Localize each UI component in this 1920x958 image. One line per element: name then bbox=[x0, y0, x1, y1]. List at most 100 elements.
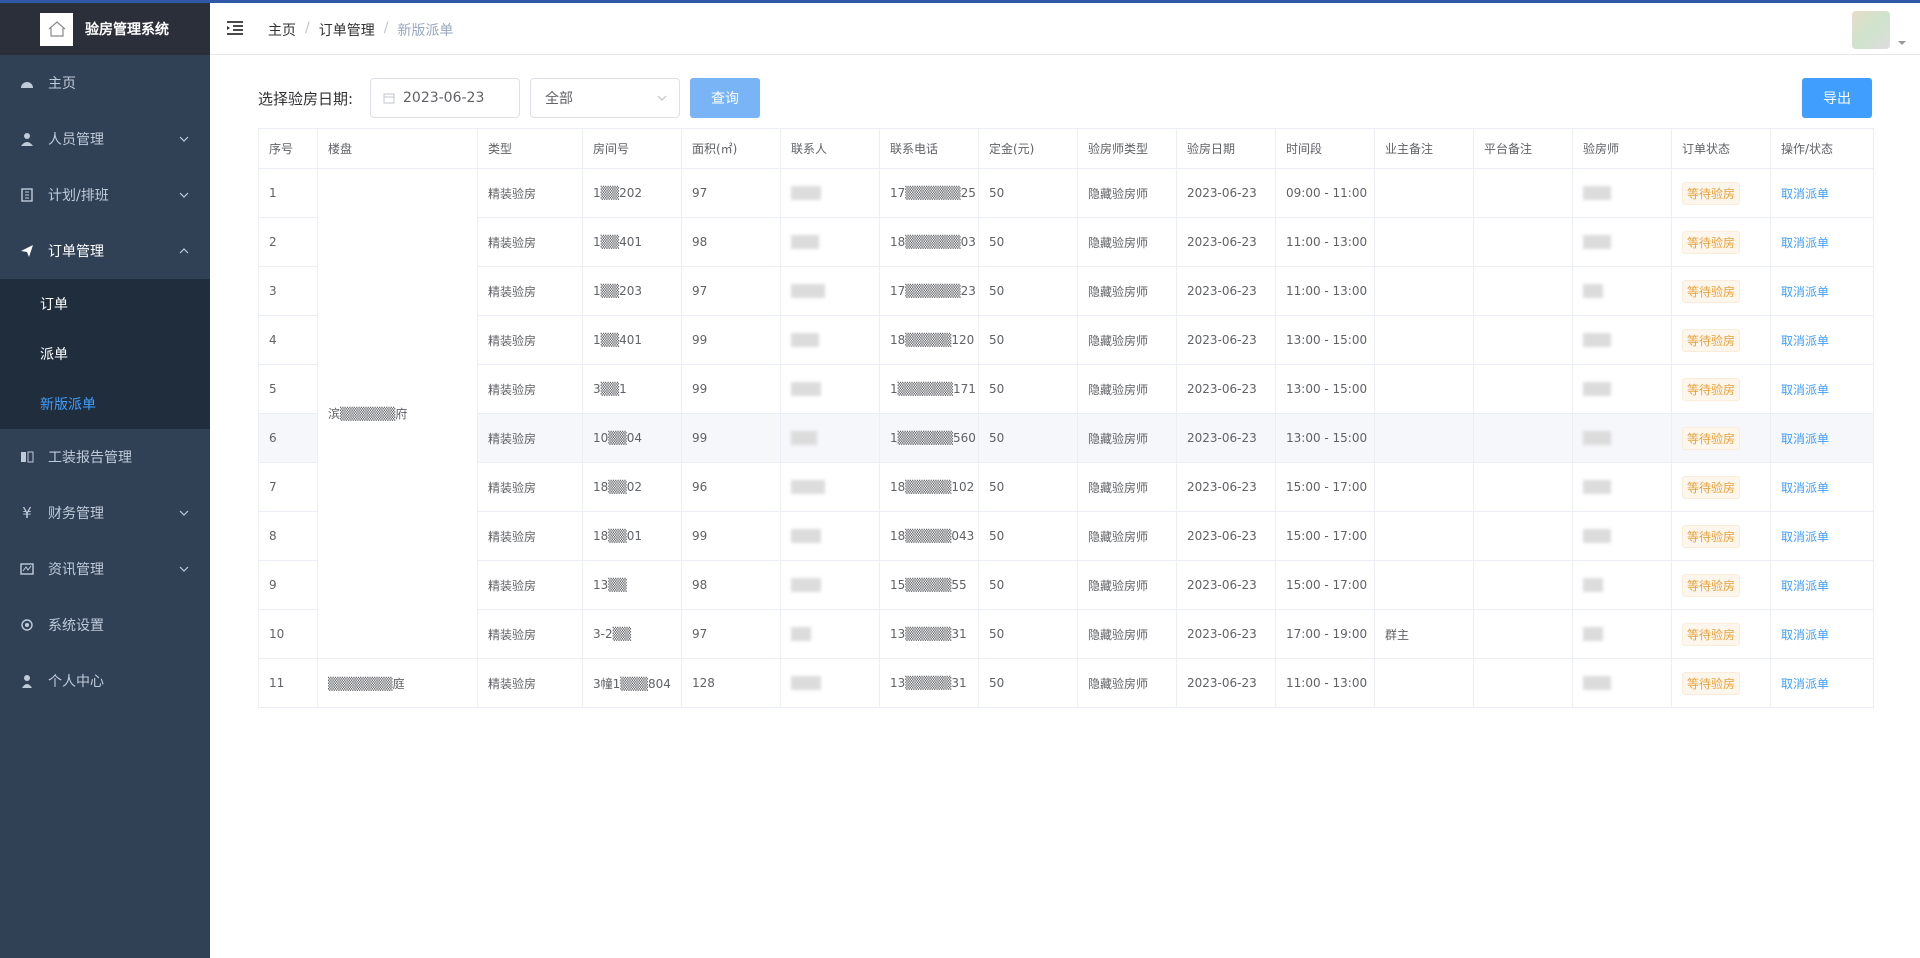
cancel-dispatch-link[interactable]: 取消派单 bbox=[1781, 187, 1829, 201]
cell-phone: 18▒▒▒▒▒▒03 bbox=[879, 217, 979, 267]
chevron-down-icon bbox=[179, 192, 189, 198]
cell-phone: 13▒▒▒▒▒31 bbox=[879, 658, 979, 708]
cell-date: 2023-06-23 bbox=[1176, 364, 1276, 414]
breadcrumb-separator: / bbox=[383, 20, 389, 36]
redacted-contact bbox=[791, 676, 821, 691]
breadcrumb-current: 新版派单 bbox=[397, 23, 454, 39]
cancel-dispatch-link[interactable]: 取消派单 bbox=[1781, 530, 1829, 544]
status-badge: 等待验房 bbox=[1682, 426, 1741, 450]
sidebar-item-staff[interactable]: 人员管理 bbox=[0, 111, 210, 167]
cell-estate: ▒▒▒▒▒▒▒庭 bbox=[317, 658, 478, 708]
cell-date: 2023-06-23 bbox=[1176, 217, 1276, 267]
cell-status: 等待验房 bbox=[1671, 462, 1771, 512]
cell-slot: 13:00 - 15:00 bbox=[1275, 364, 1375, 414]
query-button[interactable]: 查询 bbox=[690, 78, 760, 118]
cell-owner-note bbox=[1374, 462, 1474, 512]
cancel-dispatch-link[interactable]: 取消派单 bbox=[1781, 334, 1829, 348]
sidebar-subitem-new-dispatch[interactable]: 新版派单 bbox=[0, 379, 210, 429]
cancel-dispatch-link[interactable]: 取消派单 bbox=[1781, 432, 1829, 446]
table-row: 3 精装验房 1▒▒203 97 17▒▒▒▒▒▒23 50 隐藏验房师 2023-06-23… bbox=[258, 266, 1874, 316]
sidebar-item-orders[interactable]: 订单管理 bbox=[0, 223, 210, 279]
cell-type: 精装验房 bbox=[477, 266, 583, 316]
cell-operation: 取消派单 bbox=[1770, 168, 1874, 218]
cancel-dispatch-link[interactable]: 取消派单 bbox=[1781, 579, 1829, 593]
status-badge: 等待验房 bbox=[1682, 622, 1741, 646]
cell-operation: 取消派单 bbox=[1770, 658, 1874, 708]
cell-no: 7 bbox=[258, 462, 318, 512]
sidebar-item-label: 资讯管理 bbox=[48, 562, 104, 578]
sidebar-item-label: 工装报告管理 bbox=[48, 450, 132, 466]
redacted-contact bbox=[791, 333, 819, 348]
redacted-contact bbox=[791, 480, 825, 495]
status-badge: 等待验房 bbox=[1682, 475, 1741, 499]
cancel-dispatch-link[interactable]: 取消派单 bbox=[1781, 677, 1829, 691]
cell-room: 3▒▒1 bbox=[582, 364, 682, 414]
cancel-dispatch-link[interactable]: 取消派单 bbox=[1781, 236, 1829, 250]
cell-phone: 17▒▒▒▒▒▒23 bbox=[879, 266, 979, 316]
cell-room: 1▒▒401 bbox=[582, 217, 682, 267]
cell-no: 6 bbox=[258, 413, 318, 463]
column-header: 类型 bbox=[477, 128, 583, 169]
cancel-dispatch-link[interactable]: 取消派单 bbox=[1781, 628, 1829, 642]
column-header: 房间号 bbox=[582, 128, 682, 169]
cell-status: 等待验房 bbox=[1671, 609, 1771, 659]
status-select[interactable]: 全部 bbox=[530, 78, 680, 118]
dispatch-table: 序号 楼盘 类型 房间号 面积(㎡) 联系人 联系电话 定金(元) 验房师类型 验房日期 时间段 业主… bbox=[258, 128, 1874, 708]
cancel-dispatch-link[interactable]: 取消派单 bbox=[1781, 285, 1829, 299]
column-header: 订单状态 bbox=[1671, 128, 1771, 169]
send-icon bbox=[20, 244, 34, 258]
sidebar-subitem-orders[interactable]: 订单 bbox=[0, 279, 210, 329]
cell-inspector-type: 隐藏验房师 bbox=[1077, 462, 1177, 512]
cell-room: 3-2▒▒ bbox=[582, 609, 682, 659]
logo-area[interactable]: 验房管理系统 bbox=[0, 3, 210, 55]
user-icon bbox=[20, 132, 34, 146]
chevron-down-icon bbox=[179, 510, 189, 516]
redacted-inspector bbox=[1583, 284, 1603, 299]
breadcrumb-orders[interactable]: 订单管理 bbox=[319, 20, 375, 40]
cell-date: 2023-06-23 bbox=[1176, 658, 1276, 708]
sidebar-item-schedule[interactable]: 计划/排班 bbox=[0, 167, 210, 223]
cell-status: 等待验房 bbox=[1671, 364, 1771, 414]
sidebar-item-finance[interactable]: ¥ 财务管理 bbox=[0, 485, 210, 541]
column-header: 定金(元) bbox=[978, 128, 1078, 169]
cell-deposit: 50 bbox=[978, 560, 1078, 610]
cell-type: 精装验房 bbox=[477, 462, 583, 512]
caret-down-icon[interactable] bbox=[1898, 39, 1906, 47]
hamburger-icon[interactable] bbox=[226, 19, 244, 37]
redacted-inspector bbox=[1583, 676, 1611, 691]
cell-owner-note bbox=[1374, 511, 1474, 561]
sidebar-subitem-dispatch[interactable]: 派单 bbox=[0, 329, 210, 379]
cell-inspector-type: 隐藏验房师 bbox=[1077, 364, 1177, 414]
cell-area: 96 bbox=[681, 462, 781, 512]
cell-inspector bbox=[1572, 609, 1672, 659]
export-button[interactable]: 导出 bbox=[1802, 78, 1872, 118]
cell-platform-note bbox=[1473, 217, 1573, 267]
cell-status: 等待验房 bbox=[1671, 266, 1771, 316]
cancel-dispatch-link[interactable]: 取消派单 bbox=[1781, 481, 1829, 495]
cell-room: 18▒▒01 bbox=[582, 511, 682, 561]
cell-platform-note bbox=[1473, 266, 1573, 316]
cell-type: 精装验房 bbox=[477, 413, 583, 463]
sidebar-item-news[interactable]: 资讯管理 bbox=[0, 541, 210, 597]
app-title: 验房管理系统 bbox=[85, 22, 169, 38]
cell-slot: 11:00 - 13:00 bbox=[1275, 266, 1375, 316]
cell-operation: 取消派单 bbox=[1770, 609, 1874, 659]
breadcrumb-home[interactable]: 主页 bbox=[268, 20, 296, 40]
column-header: 时间段 bbox=[1275, 128, 1375, 169]
top-header: 主页 / 订单管理 / 新版派单 bbox=[210, 3, 1920, 55]
sidebar-item-home[interactable]: 主页 bbox=[0, 55, 210, 111]
cell-slot: 11:00 - 13:00 bbox=[1275, 217, 1375, 267]
sidebar-item-reports[interactable]: 工装报告管理 bbox=[0, 429, 210, 485]
avatar[interactable] bbox=[1852, 11, 1890, 49]
sidebar-item-label: 订单管理 bbox=[48, 244, 104, 260]
cell-contact bbox=[780, 168, 880, 218]
cell-contact bbox=[780, 364, 880, 414]
date-picker-input[interactable]: 2023-06-23 bbox=[370, 78, 520, 118]
cell-inspector-type: 隐藏验房师 bbox=[1077, 168, 1177, 218]
redacted-inspector bbox=[1583, 235, 1611, 250]
chevron-up-icon bbox=[179, 248, 189, 254]
sidebar-item-profile[interactable]: 个人中心 bbox=[0, 653, 210, 709]
cell-slot: 15:00 - 17:00 bbox=[1275, 511, 1375, 561]
cancel-dispatch-link[interactable]: 取消派单 bbox=[1781, 383, 1829, 397]
sidebar-item-settings[interactable]: 系统设置 bbox=[0, 597, 210, 653]
